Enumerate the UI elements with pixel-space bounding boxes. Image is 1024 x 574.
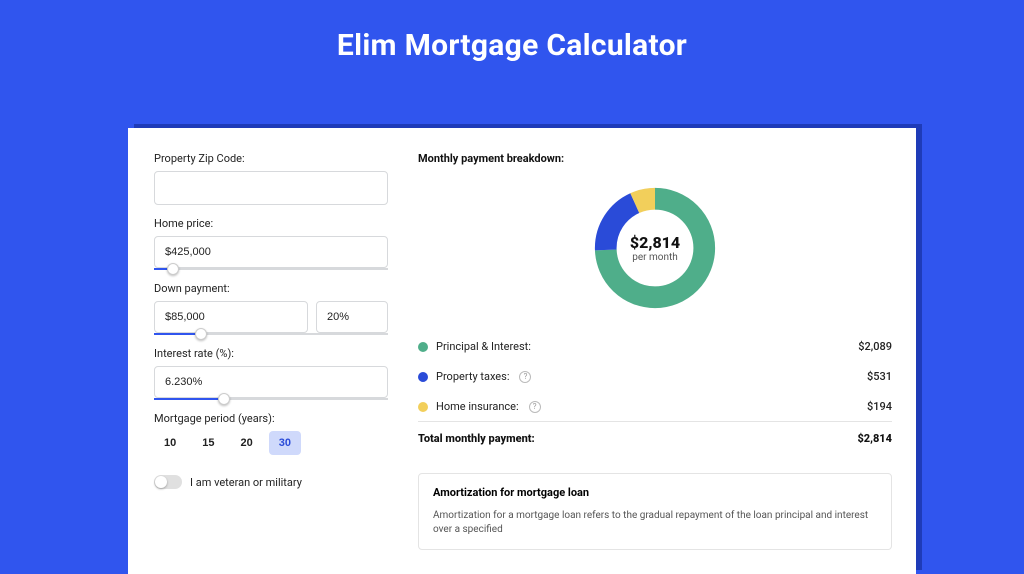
legend-label: Property taxes: bbox=[436, 370, 509, 383]
total-amount: $2,814 bbox=[857, 432, 892, 445]
legend-dot-icon bbox=[418, 372, 428, 382]
donut-chart-wrap: $2,814 per month bbox=[418, 175, 892, 331]
legend-amount: $2,089 bbox=[858, 340, 892, 353]
help-icon[interactable]: ? bbox=[529, 401, 541, 413]
legend-dot-icon bbox=[418, 342, 428, 352]
breakdown-title: Monthly payment breakdown: bbox=[418, 152, 892, 165]
down-payment-label: Down payment: bbox=[154, 282, 388, 295]
home-price-slider[interactable] bbox=[154, 268, 388, 270]
donut-sublabel: per month bbox=[632, 252, 678, 263]
help-icon[interactable]: ? bbox=[519, 371, 531, 383]
home-price-input[interactable] bbox=[154, 236, 388, 268]
down-payment-slider[interactable] bbox=[154, 333, 388, 335]
legend-label: Home insurance: bbox=[436, 400, 519, 413]
veteran-toggle[interactable] bbox=[154, 475, 182, 489]
down-payment-slider-thumb[interactable] bbox=[195, 328, 207, 340]
input-panel: Property Zip Code: Home price: Down paym… bbox=[128, 128, 408, 574]
page-title: Elim Mortgage Calculator bbox=[0, 0, 1024, 81]
legend-amount: $194 bbox=[867, 400, 892, 413]
breakdown-panel: Monthly payment breakdown: $2,814 per mo… bbox=[408, 128, 916, 574]
interest-input[interactable] bbox=[154, 366, 388, 398]
home-price-field-group: Home price: bbox=[154, 217, 388, 270]
period-options: 1015 2030 bbox=[154, 431, 388, 455]
donut-amount: $2,814 bbox=[630, 233, 680, 252]
legend-row: Home insurance:? $194 bbox=[418, 391, 892, 421]
calculator-card: Property Zip Code: Home price: Down paym… bbox=[128, 128, 916, 574]
zip-input[interactable] bbox=[154, 171, 388, 205]
total-row: Total monthly payment: $2,814 bbox=[418, 421, 892, 455]
legend-label: Principal & Interest: bbox=[436, 340, 531, 353]
period-option-15[interactable]: 15 bbox=[192, 431, 224, 455]
interest-label: Interest rate (%): bbox=[154, 347, 388, 360]
zip-field-group: Property Zip Code: bbox=[154, 152, 388, 205]
legend-dot-icon bbox=[418, 402, 428, 412]
donut-chart: $2,814 per month bbox=[590, 183, 720, 313]
interest-slider-thumb[interactable] bbox=[218, 393, 230, 405]
period-option-20[interactable]: 20 bbox=[231, 431, 263, 455]
veteran-label: I am veteran or military bbox=[190, 476, 302, 489]
period-field-group: Mortgage period (years): 1015 2030 bbox=[154, 412, 388, 455]
veteran-toggle-row: I am veteran or military bbox=[154, 475, 388, 489]
period-option-10[interactable]: 10 bbox=[154, 431, 186, 455]
amortization-text: Amortization for a mortgage loan refers … bbox=[433, 509, 877, 537]
zip-label: Property Zip Code: bbox=[154, 152, 388, 165]
interest-field-group: Interest rate (%): bbox=[154, 347, 388, 400]
down-payment-input[interactable] bbox=[154, 301, 308, 333]
down-payment-pct-input[interactable] bbox=[316, 301, 388, 333]
donut-center: $2,814 per month bbox=[590, 183, 720, 313]
period-label: Mortgage period (years): bbox=[154, 412, 388, 425]
legend-amount: $531 bbox=[867, 370, 892, 383]
period-option-30[interactable]: 30 bbox=[269, 431, 301, 455]
down-payment-field-group: Down payment: bbox=[154, 282, 388, 335]
amortization-title: Amortization for mortgage loan bbox=[433, 486, 877, 499]
total-label: Total monthly payment: bbox=[418, 432, 535, 445]
legend-row: Principal & Interest: $2,089 bbox=[418, 331, 892, 361]
interest-slider[interactable] bbox=[154, 398, 388, 400]
home-price-slider-thumb[interactable] bbox=[167, 263, 179, 275]
legend-row: Property taxes:? $531 bbox=[418, 361, 892, 391]
home-price-label: Home price: bbox=[154, 217, 388, 230]
legend: Principal & Interest: $2,089 Property taxe… bbox=[418, 331, 892, 421]
